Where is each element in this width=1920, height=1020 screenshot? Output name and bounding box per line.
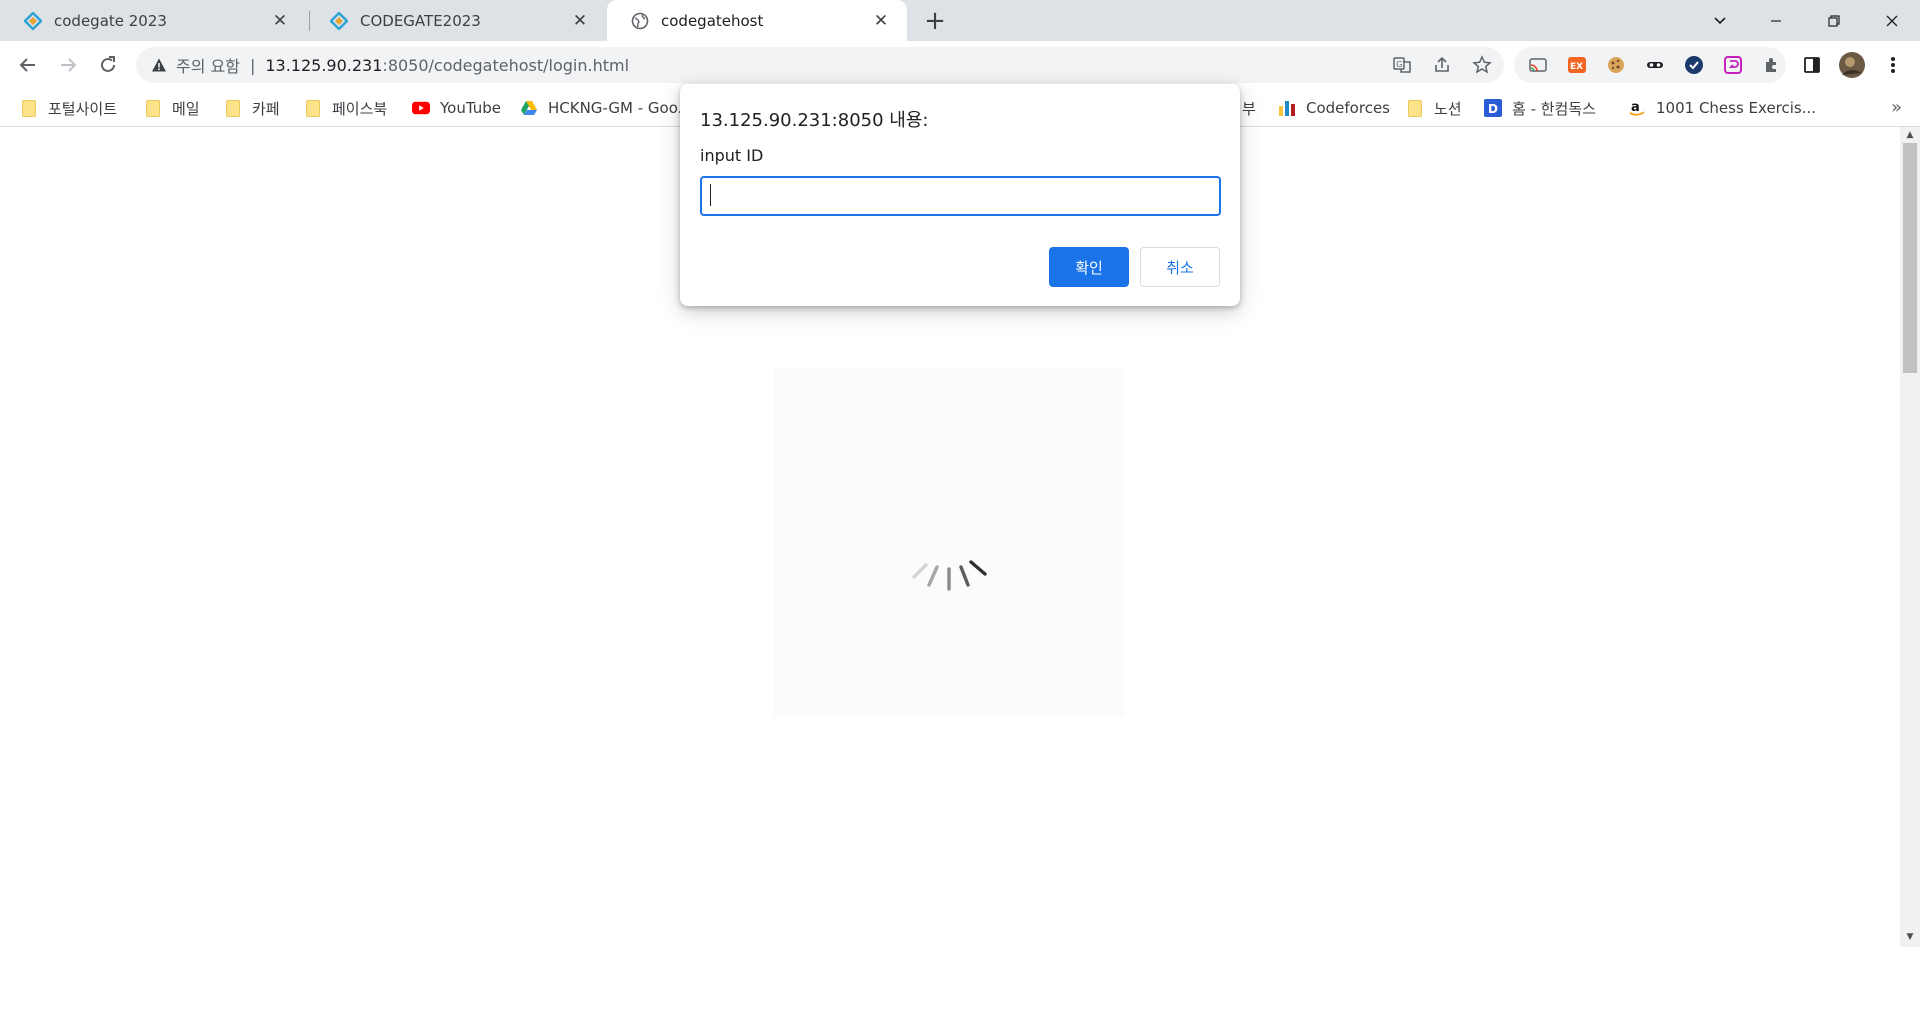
bookmark-youtube[interactable]: YouTube: [412, 95, 501, 121]
prompt-dialog: 13.125.90.231:8050 내용: input ID 확인 취소: [680, 84, 1240, 306]
forward-button[interactable]: [52, 49, 84, 81]
bookmark-label: Codeforces: [1306, 99, 1390, 117]
incognito-extension-icon[interactable]: [1641, 51, 1668, 79]
window-close-button[interactable]: [1864, 0, 1920, 41]
folder-icon: [224, 99, 242, 117]
amazon-icon: a: [1628, 99, 1646, 117]
bookmark-label: 홈 - 한컴독스: [1512, 99, 1596, 118]
bookmark-label: 포털사이트: [48, 99, 118, 118]
bookmark-hckng-gm[interactable]: HCKNG-GM - Goo...: [520, 95, 692, 121]
share-icon[interactable]: [1428, 51, 1456, 79]
check-extension-icon[interactable]: [1681, 51, 1708, 79]
bookmark-label: 메일: [172, 99, 200, 118]
back-button[interactable]: [12, 49, 44, 81]
extensions-area: EX: [1514, 47, 1786, 83]
bookmark-label: YouTube: [440, 99, 501, 117]
cancel-button[interactable]: 취소: [1140, 247, 1220, 287]
scroll-down-arrow-icon[interactable]: ▼: [1900, 930, 1920, 944]
youtube-icon: [412, 99, 430, 117]
bookmark-label: 노션: [1434, 99, 1462, 118]
folder-icon: [20, 99, 38, 117]
warning-icon[interactable]: [150, 56, 168, 74]
close-icon[interactable]: ✕: [869, 9, 893, 33]
new-tab-button[interactable]: +: [920, 6, 950, 36]
globe-icon: [631, 12, 649, 30]
address-bar[interactable]: 주의 요함 | 13.125.90.231:8050/codegatehost/…: [136, 47, 1504, 83]
svg-text:G: G: [1396, 60, 1402, 69]
svg-text:a: a: [1631, 100, 1640, 115]
tab-codegatehost[interactable]: codegatehost ✕: [607, 0, 907, 41]
scroll-up-arrow-icon[interactable]: ▲: [1900, 128, 1920, 142]
bookmark-facebook[interactable]: 페이스북: [304, 95, 387, 121]
restore-button[interactable]: [1806, 0, 1862, 41]
id-input[interactable]: [700, 176, 1221, 216]
svg-text:D: D: [1488, 102, 1498, 116]
svg-text:EX: EX: [1570, 62, 1583, 72]
bookmark-label: 페이스북: [332, 99, 388, 118]
loading-spinner-icon: [912, 560, 987, 591]
menu-kebab-icon[interactable]: [1877, 49, 1909, 81]
codegate-logo-icon: [24, 11, 42, 30]
bookmark-hancom-docs[interactable]: D 홈 - 한컴독스: [1484, 95, 1596, 121]
bookmark-label: 카페: [252, 99, 280, 118]
tab-search-button[interactable]: [1692, 0, 1748, 41]
folder-icon: [1406, 99, 1424, 117]
bookmark-portal[interactable]: 포털사이트: [20, 95, 117, 121]
tab-title: codegate 2023: [54, 11, 167, 30]
url-path: :8050/codegatehost/login.html: [382, 55, 630, 75]
security-status[interactable]: 주의 요함: [176, 53, 240, 77]
folder-icon: [304, 99, 322, 117]
pink-extension-icon[interactable]: [1720, 51, 1747, 79]
address-separator: |: [249, 55, 256, 75]
codegate-logo-icon: [330, 11, 348, 30]
translate-icon[interactable]: G: [1388, 51, 1416, 79]
url-host: 13.125.90.231: [265, 55, 383, 75]
bookmark-label: 1001 Chess Exercis...: [1656, 99, 1817, 117]
tab-title: CODEGATE2023: [360, 11, 481, 30]
profile-avatar[interactable]: [1836, 49, 1868, 81]
side-panel-button[interactable]: [1796, 49, 1828, 81]
bookmark-codeforces[interactable]: Codeforces: [1278, 95, 1390, 121]
bookmark-chess[interactable]: a 1001 Chess Exercis...: [1628, 95, 1816, 121]
minimize-button[interactable]: [1748, 0, 1804, 41]
tab-codegate-2023[interactable]: codegate 2023 ✕: [0, 0, 306, 41]
tab-codegate2023[interactable]: CODEGATE2023 ✕: [306, 0, 606, 41]
loading-panel: [774, 367, 1124, 717]
puzzle-extensions-icon[interactable]: [1759, 51, 1786, 79]
cookie-extension-icon[interactable]: [1602, 51, 1629, 79]
tab-title: codegatehost: [661, 11, 764, 30]
close-icon[interactable]: ✕: [568, 9, 592, 33]
close-icon[interactable]: ✕: [268, 9, 292, 33]
bookmark-partial[interactable]: 부: [1242, 95, 1256, 121]
bookmark-notion[interactable]: 노션: [1406, 95, 1462, 121]
page-scrollbar[interactable]: ▲ ▼: [1900, 127, 1920, 947]
codeforces-icon: [1278, 99, 1296, 117]
folder-icon: [144, 99, 162, 117]
ok-button[interactable]: 확인: [1049, 247, 1129, 287]
tab-strip: codegate 2023 ✕ CODEGATE2023 ✕ codegateh…: [0, 0, 1920, 41]
bookmark-label: 부: [1242, 99, 1256, 118]
dialog-title: 13.125.90.231:8050 내용:: [700, 110, 929, 131]
bookmark-star-icon[interactable]: [1468, 51, 1496, 79]
dialog-message: input ID: [700, 146, 764, 165]
bookmark-label: HCKNG-GM - Goo...: [548, 99, 692, 117]
url-text[interactable]: 13.125.90.231:8050/codegatehost/login.ht…: [265, 56, 629, 75]
google-drive-icon: [520, 99, 538, 117]
reload-button[interactable]: [92, 49, 124, 81]
cast-extension-icon[interactable]: [1524, 51, 1551, 79]
text-cursor: [710, 184, 711, 206]
bookmark-cafe[interactable]: 카페: [224, 95, 280, 121]
bookmark-mail[interactable]: 메일: [144, 95, 200, 121]
hancom-docs-icon: D: [1484, 99, 1502, 117]
browser-toolbar: 주의 요함 | 13.125.90.231:8050/codegatehost/…: [0, 41, 1920, 89]
bookmarks-overflow-button[interactable]: »: [1891, 97, 1902, 118]
scrollbar-thumb[interactable]: [1903, 143, 1917, 373]
ex-extension-icon[interactable]: EX: [1563, 51, 1590, 79]
address-bar-actions: G: [1388, 47, 1496, 83]
